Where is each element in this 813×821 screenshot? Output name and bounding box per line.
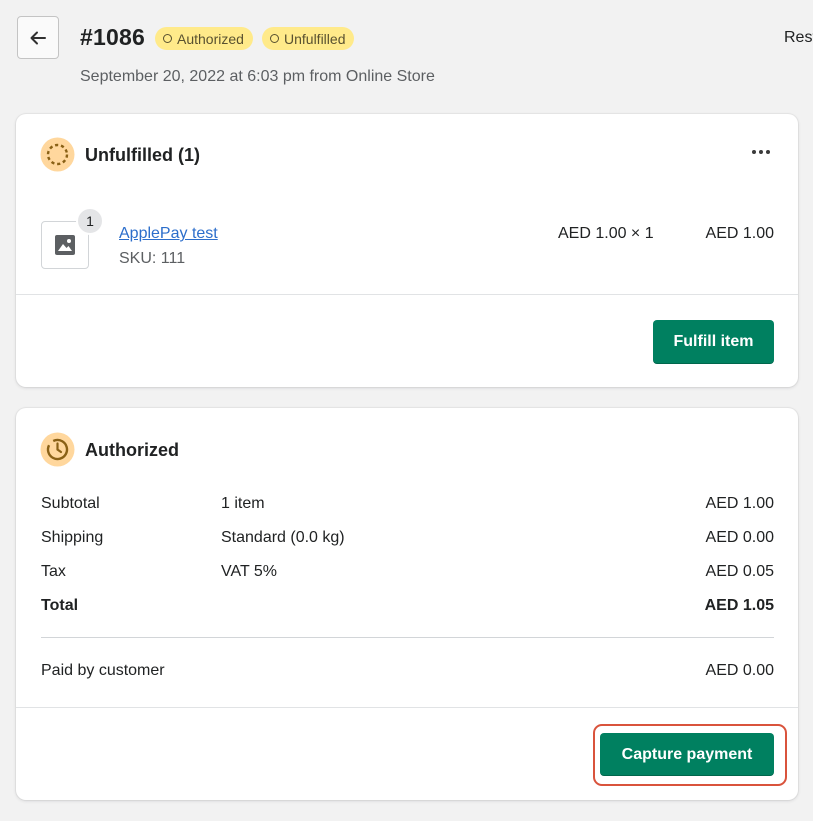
order-number: #1086 — [80, 24, 145, 50]
tax-label: Tax — [41, 563, 66, 580]
badge-label: Unfulfilled — [284, 30, 346, 47]
card-divider — [16, 294, 798, 295]
summary-divider — [41, 637, 774, 638]
paid-amount: AED 0.00 — [705, 662, 774, 679]
card-divider — [16, 707, 798, 708]
payment-card: Authorized Subtotal 1 item AED 1.00 Ship… — [16, 408, 798, 800]
capture-payment-button[interactable]: Capture payment — [600, 733, 774, 776]
status-badge-unfulfilled: Unfulfilled — [262, 27, 355, 50]
badge-dot-icon — [163, 34, 172, 43]
back-button[interactable] — [17, 16, 59, 59]
product-link[interactable]: ApplePay test — [119, 225, 218, 243]
subtotal-desc: 1 item — [221, 495, 265, 512]
arrow-left-icon — [30, 31, 46, 44]
subtotal-label: Subtotal — [41, 495, 100, 512]
tax-desc: VAT 5% — [221, 563, 278, 580]
tax-amount: AED 0.05 — [705, 563, 774, 580]
clock-status-icon — [40, 432, 75, 467]
line-total: AED 1.00 — [705, 225, 774, 242]
image-placeholder-icon — [55, 235, 75, 255]
badge-dot-icon — [270, 34, 279, 43]
unit-price: AED 1.00 × 1 — [558, 225, 654, 242]
card-title: Unfulfilled (1) — [85, 145, 200, 165]
unfulfilled-status-icon — [40, 137, 75, 172]
quantity-badge: 1 — [76, 207, 104, 235]
unfulfilled-card: Unfulfilled (1) 1 ApplePay test SKU: 111… — [16, 114, 798, 387]
total-amount: AED 1.05 — [704, 597, 774, 614]
badge-label: Authorized — [177, 30, 244, 47]
paid-label: Paid by customer — [41, 662, 165, 679]
more-actions-button[interactable] — [747, 144, 775, 160]
total-label: Total — [41, 597, 79, 614]
shipping-label: Shipping — [41, 529, 104, 546]
restock-button[interactable]: Restock — [784, 29, 813, 47]
fulfill-item-button[interactable]: Fulfill item — [653, 320, 774, 364]
subtotal-amount: AED 1.00 — [705, 495, 774, 512]
shipping-amount: AED 0.00 — [705, 529, 774, 546]
product-sku: SKU: 111 — [119, 250, 186, 267]
card-title: Authorized — [85, 440, 179, 460]
status-badge-authorized: Authorized — [155, 27, 253, 50]
order-subtitle: September 20, 2022 at 6:03 pm from Onlin… — [80, 68, 435, 85]
shipping-desc: Standard (0.0 kg) — [221, 529, 345, 546]
